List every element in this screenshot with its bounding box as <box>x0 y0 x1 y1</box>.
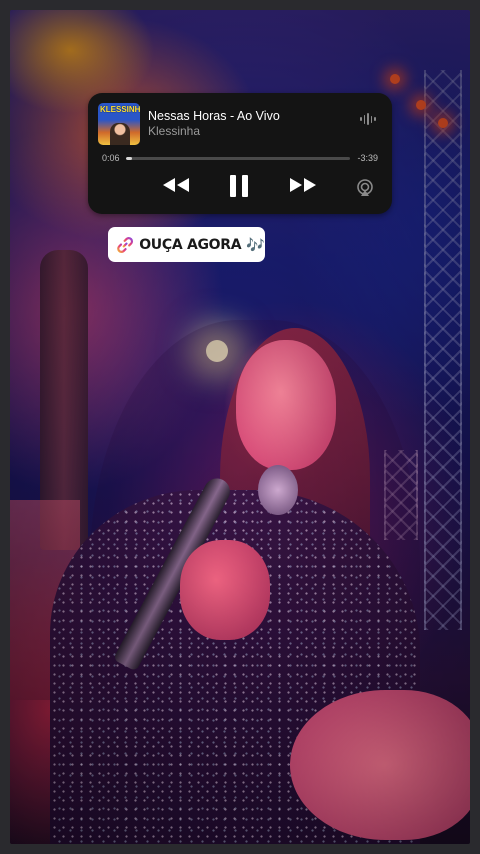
album-cover-person <box>110 123 130 145</box>
album-cover: KLESSINHA <box>98 103 140 145</box>
pause-icon <box>230 175 248 197</box>
progress-fill <box>126 157 133 160</box>
airplay-button[interactable] <box>356 179 374 202</box>
time-current: 0:06 <box>102 153 120 163</box>
music-player-widget[interactable]: KLESSINHA Nessas Horas - Ao Vivo Klessin… <box>88 93 392 214</box>
fast-forward-button[interactable] <box>289 177 317 198</box>
fast-forward-icon <box>290 178 316 192</box>
link-icon <box>117 236 134 253</box>
track-artist: Klessinha <box>148 124 201 138</box>
musical-notes-emoji: 🎶 <box>246 235 265 254</box>
time-remaining: -3:39 <box>357 153 378 163</box>
rewind-icon <box>163 178 189 192</box>
sticker-label: OUÇA AGORA <box>139 236 242 253</box>
album-cover-text: KLESSINHA <box>100 105 140 114</box>
track-title: Nessas Horas - Ao Vivo <box>148 109 280 123</box>
audio-wave-icon <box>360 113 376 125</box>
pause-button[interactable] <box>228 174 250 203</box>
link-sticker[interactable]: OUÇA AGORA 🎶 <box>108 227 265 262</box>
progress-bar[interactable] <box>126 157 350 160</box>
airplay-icon <box>357 179 373 196</box>
rewind-button[interactable] <box>162 177 190 198</box>
